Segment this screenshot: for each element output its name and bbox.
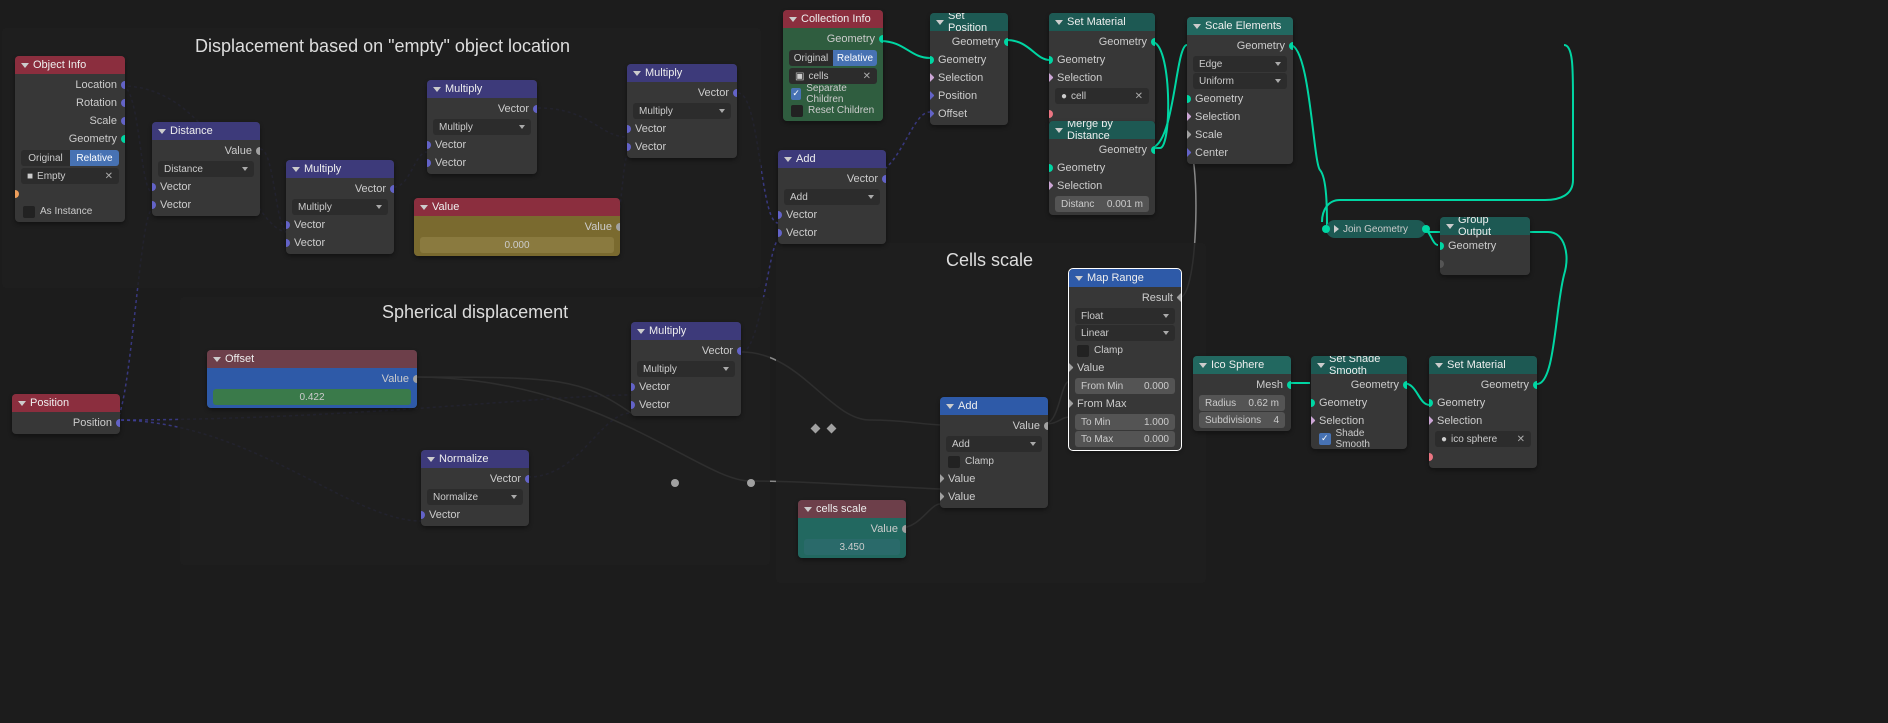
material-field-2[interactable]: ●ico sphere✕ (1435, 431, 1531, 447)
clear-icon[interactable]: ✕ (105, 171, 113, 182)
node-join-geometry[interactable]: Join Geometry (1326, 220, 1426, 238)
cells-scale-value[interactable]: 3.450 (804, 539, 900, 555)
material-field[interactable]: ●cell✕ (1055, 88, 1149, 104)
node-merge-distance[interactable]: Merge by Distance Geometry Geometry Sele… (1049, 121, 1155, 215)
node-cells-scale[interactable]: cells scale Value 3.450 (798, 500, 906, 558)
node-header[interactable]: Distance (152, 122, 260, 140)
frame-label-2: Spherical displacement (382, 302, 568, 323)
node-position[interactable]: Position Position (12, 394, 120, 434)
distance-field[interactable]: Distanc0.001 m (1055, 196, 1149, 212)
node-header[interactable]: Object Info (15, 56, 125, 74)
toggle-original-relative[interactable]: OriginalRelative (21, 150, 119, 166)
node-set-material-2[interactable]: Set Material Geometry Geometry Selection… (1429, 356, 1537, 468)
node-normalize[interactable]: Normalize Vector Normalize Vector (421, 450, 529, 526)
node-set-shade-smooth[interactable]: Set Shade Smooth Geometry Geometry Selec… (1311, 356, 1407, 449)
checkbox-reset[interactable] (791, 105, 803, 117)
node-set-material-1[interactable]: Set Material Geometry Geometry Selection… (1049, 13, 1155, 125)
value-field[interactable]: 0.000 (420, 237, 614, 253)
node-set-position[interactable]: Set Position Geometry Geometry Selection… (930, 13, 1008, 125)
subdiv-field[interactable]: Subdivisions4 (1199, 412, 1285, 428)
node-ico-sphere[interactable]: Ico Sphere Mesh Radius0.62 m Subdivision… (1193, 356, 1291, 431)
node-multiply-3[interactable]: Multiply Vector Multiply Vector Vector (627, 64, 737, 158)
node-scale-elements[interactable]: Scale Elements Geometry Edge Uniform Geo… (1187, 17, 1293, 164)
frame-label-3: Cells scale (946, 250, 1033, 271)
offset-value[interactable]: 0.422 (213, 389, 411, 405)
node-multiply-2[interactable]: Multiply Vector Multiply Vector Vector (427, 80, 537, 174)
reroute[interactable] (671, 479, 679, 487)
node-add-math[interactable]: Add Value Add Clamp Value Value (940, 397, 1048, 508)
node-group-output[interactable]: Group Output Geometry (1440, 217, 1530, 275)
node-offset[interactable]: Offset Value 0.422 (207, 350, 417, 408)
chevron-down-icon (21, 63, 29, 68)
object-field[interactable]: ■Empty✕ (21, 168, 119, 184)
node-value[interactable]: Value Value 0.000 (414, 198, 620, 256)
node-add-vector[interactable]: Add Vector Add Vector Vector (778, 150, 886, 244)
frame-label-1: Displacement based on "empty" object loc… (195, 36, 570, 57)
node-multiply-4[interactable]: Multiply Vector Multiply Vector Vector (631, 322, 741, 416)
node-map-range[interactable]: Map Range Result Float Linear Clamp Valu… (1069, 269, 1181, 450)
radius-field[interactable]: Radius0.62 m (1199, 395, 1285, 411)
checkbox-as-instance[interactable] (23, 206, 35, 218)
reroute[interactable] (747, 479, 755, 487)
node-multiply-1[interactable]: Multiply Vector Multiply Vector Vector (286, 160, 394, 254)
node-collection-info[interactable]: Collection Info Geometry OriginalRelativ… (783, 10, 883, 121)
node-object-info[interactable]: Object Info Location Rotation Scale Geom… (15, 56, 125, 222)
node-distance[interactable]: Distance Value Distance Vector Vector (152, 122, 260, 216)
chevron-right-icon (1334, 225, 1339, 233)
checkbox-separate[interactable] (791, 88, 801, 100)
dropdown-mode[interactable]: Distance (158, 161, 254, 177)
